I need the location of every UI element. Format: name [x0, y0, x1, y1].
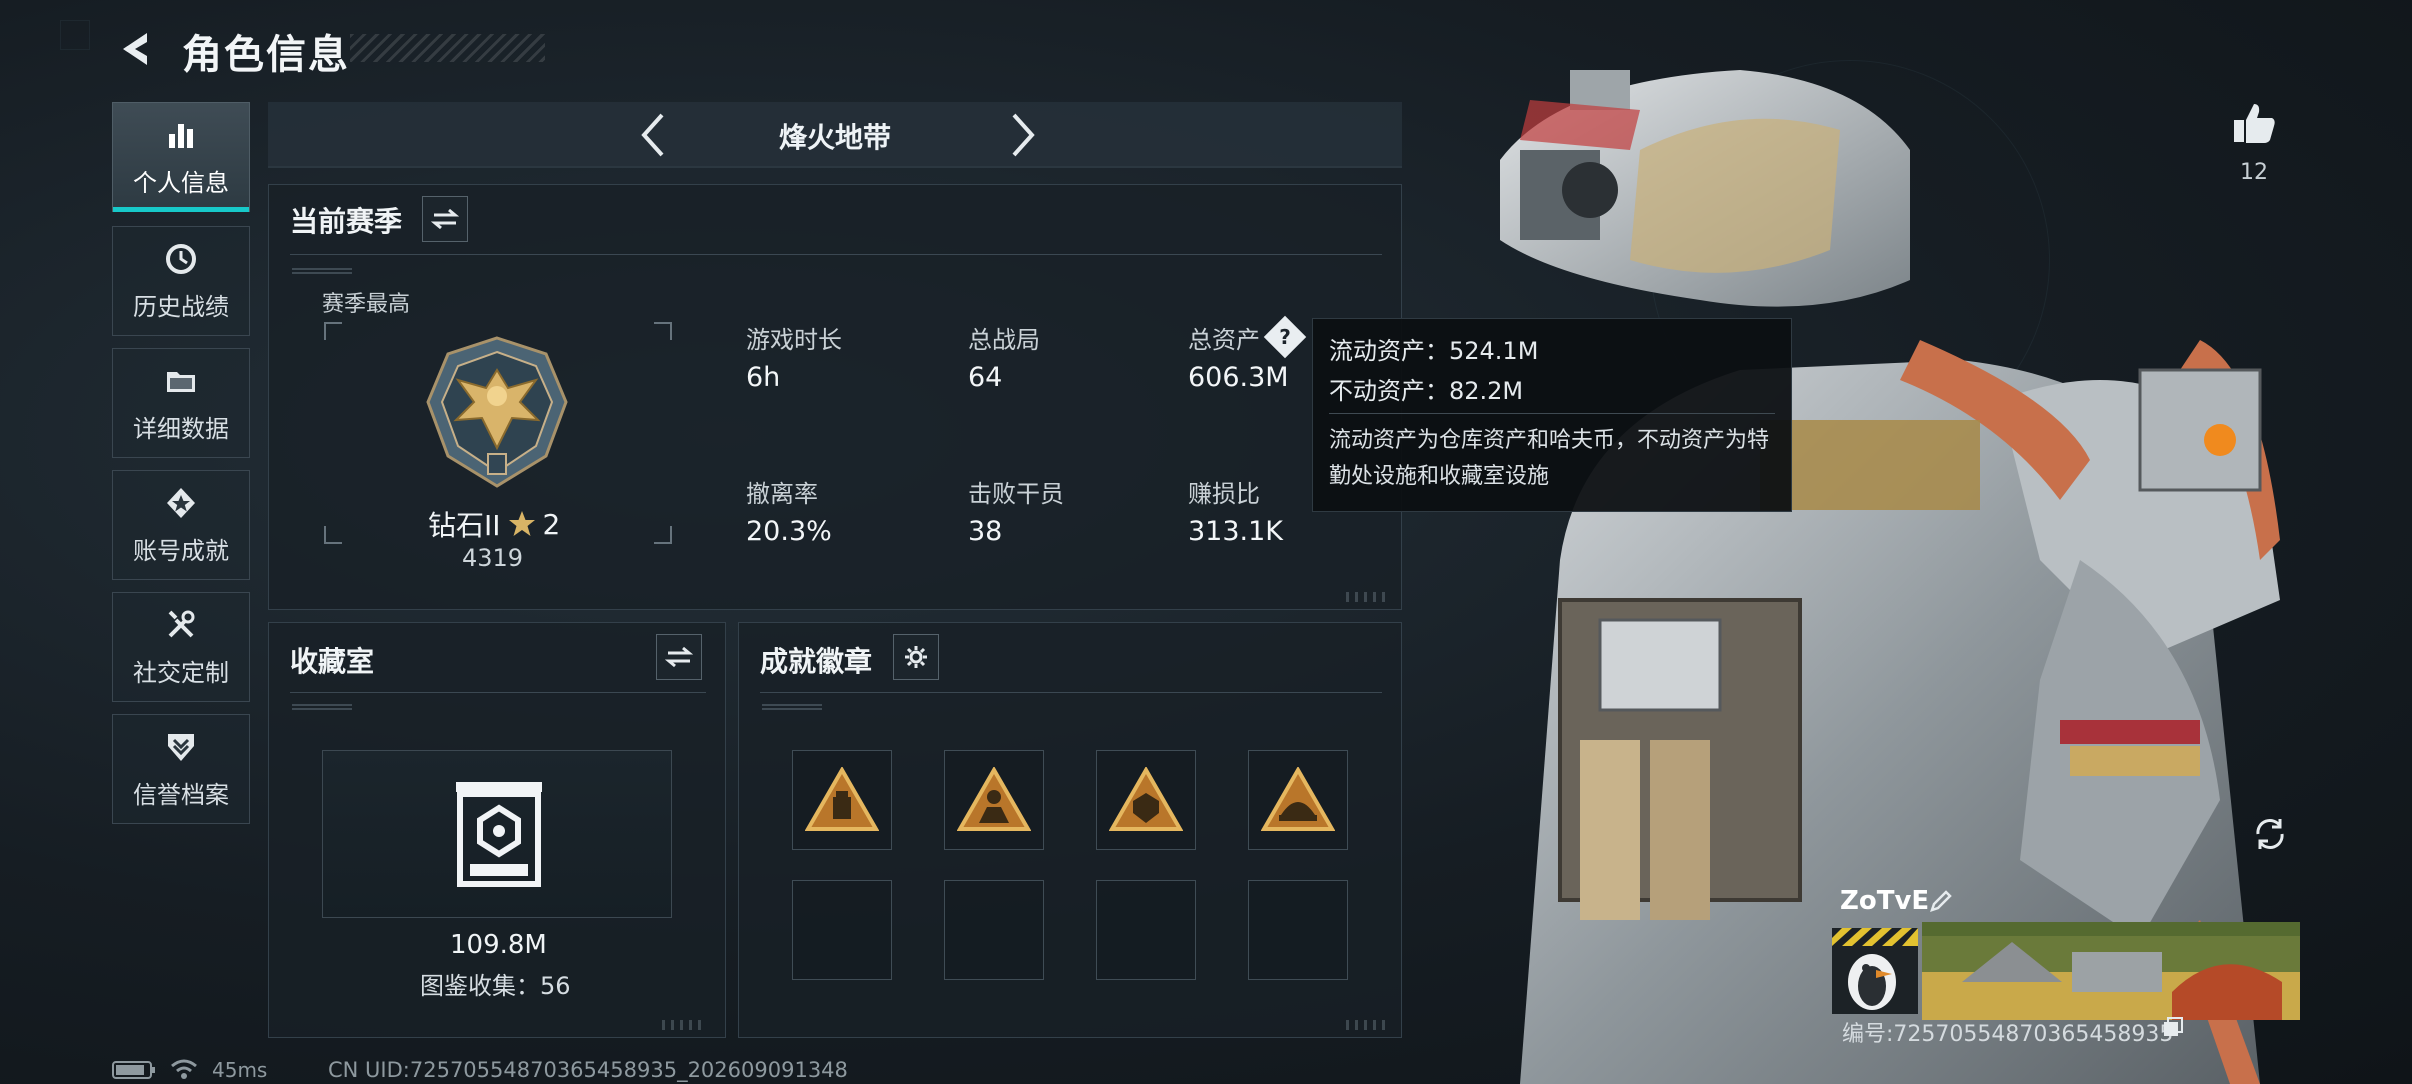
star-icon	[508, 511, 535, 536]
sidebar-item-label: 社交定制	[133, 658, 229, 687]
tooltip-liquid-assets: 流动资产：524.1M	[1329, 337, 1539, 365]
deco-bars	[292, 704, 352, 710]
back-button[interactable]	[112, 24, 162, 74]
ping-text: 45ms	[212, 1058, 268, 1082]
divider	[290, 692, 706, 693]
badge-slot-empty[interactable]	[1248, 880, 1348, 980]
shield-chevron-icon	[163, 729, 199, 765]
sidebar-item-history[interactable]: 历史战绩	[112, 226, 250, 336]
sidebar-item-label: 信誉档案	[133, 780, 229, 809]
deco-bars	[762, 704, 822, 710]
badge-slot-empty[interactable]	[944, 880, 1044, 980]
sidebar-item-personal-info[interactable]: 个人信息	[112, 102, 250, 212]
deco-bars	[292, 268, 352, 274]
badge-slot[interactable]	[792, 750, 892, 850]
swap-arrows-icon	[665, 646, 693, 668]
badge-vehicle-icon	[1261, 767, 1335, 831]
badge-slot[interactable]	[1248, 750, 1348, 850]
stat-label-profit-ratio: 赚损比	[1188, 480, 1260, 508]
stat-value-playtime: 6h	[746, 362, 781, 393]
stat-label-extraction-rate: 撤离率	[746, 480, 818, 508]
rank-stars: 2	[542, 507, 561, 541]
tooltip-divider	[1329, 413, 1775, 414]
corner-deco	[1346, 1020, 1390, 1030]
badge-slot-empty[interactable]	[1096, 880, 1196, 980]
sidebar-item-label: 历史战绩	[133, 292, 229, 321]
divider	[290, 254, 1382, 255]
badges-title: 成就徽章	[760, 645, 873, 678]
rank-medal-icon	[426, 336, 568, 488]
mode-selector: 烽火地带	[268, 102, 1402, 168]
thumbs-up-icon[interactable]	[2232, 100, 2278, 146]
stat-label-playtime: 游戏时长	[746, 326, 842, 354]
battery-icon	[112, 1061, 155, 1079]
help-icon: ?	[1279, 325, 1291, 349]
tooltip-fixed-assets: 不动资产：82.2M	[1329, 377, 1524, 405]
stat-value-kills: 38	[968, 516, 1003, 547]
badge-operator-icon	[957, 767, 1031, 831]
player-id: 编号:7257055487036545​8935	[1842, 1022, 2174, 1047]
avatar[interactable]	[1832, 928, 1918, 1014]
tools-icon	[163, 607, 199, 643]
rotate-icon[interactable]	[2252, 816, 2288, 852]
sidebar-item-achievements[interactable]: 账号成就	[112, 470, 250, 580]
player-name: ZoTvE	[1840, 886, 1930, 916]
stat-value-matches: 64	[968, 362, 1003, 393]
stat-label-matches: 总战局	[968, 326, 1040, 354]
like-count: 12	[2240, 160, 2268, 185]
rank-name: 钻石II 2	[428, 504, 560, 544]
season-title: 当前赛季	[290, 205, 403, 238]
assets-tooltip: 流动资产：524.1M 不动资产：82.2M 流动资产为仓库资产和哈夫币，不动资…	[1312, 318, 1792, 512]
gear-icon	[905, 646, 927, 668]
edit-pencil-icon[interactable]	[1928, 888, 1954, 914]
rank-score: 4319	[462, 544, 524, 572]
tooltip-description: 流动资产为仓库资产和哈夫币，不动资产为特勤处设施和收藏室设施	[1329, 428, 1770, 489]
corner-deco	[1346, 592, 1390, 602]
stat-label-total-assets: 总资产	[1188, 326, 1260, 354]
sidebar-item-label: 详细数据	[133, 414, 229, 443]
badge-supply-icon	[805, 767, 879, 831]
divider	[760, 692, 1382, 693]
stat-label-kills: 击败干员	[968, 480, 1064, 508]
achievement-star-icon	[163, 485, 199, 521]
page-title: 角色信息	[182, 32, 350, 78]
rank-name-text: 钻石II	[428, 509, 501, 542]
bg-deco	[60, 20, 90, 50]
wifi-icon	[171, 1059, 197, 1079]
folder-icon	[163, 363, 199, 399]
collection-value: 109.8M	[450, 930, 547, 960]
copy-icon[interactable]	[2162, 1016, 2184, 1038]
uid-text: CN UID:7257055487036545​8935_20260909134…	[328, 1058, 848, 1082]
profile-banner	[1922, 922, 2300, 1020]
chevron-right-icon	[1012, 113, 1035, 157]
collection-count: 图鉴收集：56	[420, 972, 571, 1000]
mode-next-button[interactable]	[998, 110, 1048, 160]
badge-slot[interactable]	[944, 750, 1044, 850]
season-best-label: 赛季最高	[322, 292, 411, 317]
mode-title: 烽火地带	[778, 121, 891, 154]
bar-chart-icon	[163, 117, 199, 153]
season-switch-button[interactable]	[422, 196, 468, 242]
sidebar-item-detailed-data[interactable]: 详细数据	[112, 348, 250, 458]
stat-value-profit-ratio: 313.1K	[1188, 516, 1284, 547]
badge-armor-icon	[1109, 767, 1183, 831]
sidebar-item-label: 账号成就	[133, 536, 229, 565]
badge-slot[interactable]	[1096, 750, 1196, 850]
badges-settings-button[interactable]	[893, 634, 939, 680]
back-arrow-icon	[123, 33, 147, 65]
sidebar-item-social[interactable]: 社交定制	[112, 592, 250, 702]
corner-deco	[662, 1020, 706, 1030]
swap-arrows-icon	[431, 208, 459, 230]
sidebar-item-reputation[interactable]: 信誉档案	[112, 714, 250, 824]
badge-slot-empty[interactable]	[792, 880, 892, 980]
display-case-icon	[456, 782, 542, 887]
history-clock-icon	[163, 241, 199, 277]
collection-title: 收藏室	[290, 645, 375, 678]
collection-switch-button[interactable]	[656, 634, 702, 680]
stat-value-total-assets: 606.3M	[1188, 362, 1289, 393]
sidebar-item-label: 个人信息	[133, 168, 229, 197]
stat-value-extraction-rate: 20.3%	[746, 516, 832, 547]
title-decoration	[350, 34, 545, 62]
